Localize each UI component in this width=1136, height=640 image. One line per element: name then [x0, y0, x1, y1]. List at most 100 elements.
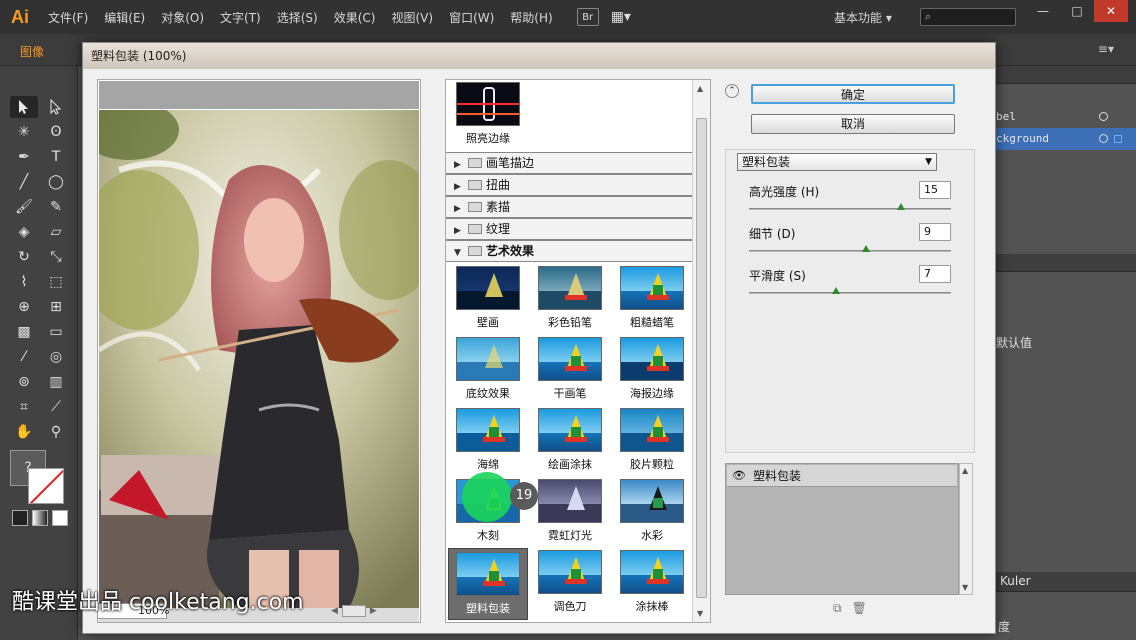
- menu-window[interactable]: 窗口(W): [441, 9, 502, 26]
- none-icon[interactable]: [52, 510, 68, 526]
- scroll-thumb[interactable]: [341, 605, 366, 617]
- bridge-button[interactable]: Br: [576, 8, 599, 26]
- zoom-tool-icon[interactable]: ⚲: [42, 421, 70, 443]
- shape-builder-icon[interactable]: ⊕: [10, 296, 38, 318]
- type-tool-icon[interactable]: T: [42, 146, 70, 168]
- search-input[interactable]: ⌕: [920, 8, 1016, 26]
- filter-thumb-neon-glow[interactable]: 霓虹灯光: [530, 479, 610, 545]
- rotate-tool-icon[interactable]: ↻: [10, 246, 38, 268]
- gradient-icon[interactable]: [32, 510, 48, 526]
- filter-thumb-paint-daubs[interactable]: 绘画涂抹: [530, 408, 610, 474]
- stroke-swatch[interactable]: [28, 468, 64, 504]
- selection-tool-icon[interactable]: [10, 96, 38, 118]
- expand-icon[interactable]: ▶: [454, 199, 464, 219]
- detail-input[interactable]: 9: [919, 223, 951, 241]
- menu-file[interactable]: 文件(F): [40, 9, 96, 26]
- warp-tool-icon[interactable]: ⌇: [10, 271, 38, 293]
- slider-handle-icon[interactable]: [862, 245, 871, 252]
- panel-menu-icon[interactable]: ≡▾: [1098, 42, 1114, 56]
- filter-thumb-rough-pastels[interactable]: 粗糙蜡笔: [612, 266, 692, 332]
- menu-select[interactable]: 选择(S): [269, 9, 326, 26]
- symbol-sprayer-icon[interactable]: ⊚: [10, 371, 38, 393]
- eyedropper-icon[interactable]: ⁄: [10, 346, 38, 368]
- effect-layers-scrollbar[interactable]: ▲ ▼: [959, 463, 973, 595]
- slice-tool-icon[interactable]: ⟋: [42, 396, 70, 418]
- filter-thumb-plastic-wrap[interactable]: 塑料包装: [448, 548, 528, 620]
- filter-thumb-colored-pencil[interactable]: 彩色铅笔: [530, 266, 610, 332]
- pencil-icon[interactable]: ✎: [42, 196, 70, 218]
- selection-square-icon[interactable]: [1114, 135, 1122, 143]
- filter-thumb-watercolor[interactable]: 水彩: [612, 479, 692, 545]
- reset-default-label[interactable]: 默认值: [996, 334, 1032, 351]
- paintbrush-icon[interactable]: 🖌: [10, 196, 38, 218]
- preview-scrollbar[interactable]: ◀ ▶: [331, 603, 421, 619]
- menu-view[interactable]: 视图(V): [383, 9, 441, 26]
- effect-layer-row[interactable]: 👁 塑料包装: [727, 465, 957, 487]
- scroll-up-icon[interactable]: ▲: [962, 466, 968, 475]
- highlight-strength-input[interactable]: 15: [919, 181, 951, 199]
- collapse-icon[interactable]: ▼: [454, 243, 464, 263]
- trash-icon[interactable]: 🗑: [852, 601, 867, 616]
- slider-handle-icon[interactable]: [831, 287, 840, 294]
- target-icon[interactable]: [1099, 112, 1108, 121]
- smoothness-slider[interactable]: [749, 292, 951, 294]
- filter-thumb-dry-brush[interactable]: 干画笔: [530, 337, 610, 403]
- filter-thumb-film-grain[interactable]: 胶片颗粒: [612, 408, 692, 474]
- blend-tool-icon[interactable]: ◎: [42, 346, 70, 368]
- scroll-down-icon[interactable]: ▼: [697, 609, 703, 618]
- menu-object[interactable]: 对象(O): [153, 9, 212, 26]
- preview-image[interactable]: [99, 110, 419, 608]
- filter-thumb-smudge-stick[interactable]: 涂抹棒: [612, 550, 692, 616]
- new-effect-layer-icon[interactable]: ⧉: [833, 601, 842, 616]
- preview-pane[interactable]: [97, 79, 421, 623]
- perspective-grid-icon[interactable]: ⊞: [42, 296, 70, 318]
- workspace-switcher[interactable]: 基本功能 ▾: [834, 9, 892, 26]
- scale-tool-icon[interactable]: ⤡: [42, 246, 70, 268]
- expand-icon[interactable]: ▶: [454, 177, 464, 197]
- folder-texture[interactable]: ▶ 纹理: [446, 218, 692, 240]
- ellipse-tool-icon[interactable]: ◯: [42, 171, 70, 193]
- magic-wand-icon[interactable]: ✳: [10, 121, 38, 143]
- arrange-documents-icon[interactable]: ▦▾: [611, 9, 631, 25]
- menu-effect[interactable]: 效果(C): [326, 9, 384, 26]
- scroll-right-icon[interactable]: ▶: [370, 606, 377, 616]
- maximize-button[interactable]: □: [1060, 0, 1094, 22]
- eraser-icon[interactable]: ▱: [42, 221, 70, 243]
- column-graph-icon[interactable]: ▥: [42, 371, 70, 393]
- detail-slider[interactable]: [749, 250, 951, 252]
- ok-button[interactable]: 确定: [751, 84, 955, 104]
- filter-thumb-glowing-edges[interactable]: 照亮边缘: [448, 82, 528, 148]
- lasso-icon[interactable]: ʘ: [42, 121, 70, 143]
- eye-icon[interactable]: 👁: [731, 469, 747, 483]
- folder-artistic[interactable]: ▼ 艺术效果: [446, 240, 692, 262]
- artboard-tool-icon[interactable]: ⌗: [10, 396, 38, 418]
- kuler-tab[interactable]: Kuler: [1000, 574, 1031, 588]
- filter-thumb-palette-knife[interactable]: 调色刀: [530, 550, 610, 616]
- collapse-gallery-icon[interactable]: ⌃: [725, 84, 739, 98]
- blob-brush-icon[interactable]: ◈: [10, 221, 38, 243]
- menu-type[interactable]: 文字(T): [212, 9, 269, 26]
- layer-row[interactable]: ckground: [994, 128, 1136, 150]
- target-icon[interactable]: [1099, 134, 1108, 143]
- filter-thumb-sponge[interactable]: 海绵: [448, 408, 528, 474]
- direct-selection-tool-icon[interactable]: [42, 96, 70, 118]
- scroll-left-icon[interactable]: ◀: [331, 606, 338, 616]
- scroll-thumb[interactable]: [696, 118, 707, 598]
- filter-select[interactable]: 塑料包装 ▼: [737, 153, 937, 171]
- line-tool-icon[interactable]: ╱: [10, 171, 38, 193]
- expand-icon[interactable]: ▶: [454, 221, 464, 241]
- gallery-scrollbar[interactable]: ▲ ▼: [692, 80, 710, 622]
- menu-edit[interactable]: 编辑(E): [96, 9, 153, 26]
- folder-sketch[interactable]: ▶ 素描: [446, 196, 692, 218]
- filter-thumb-fresco[interactable]: 壁画: [448, 266, 528, 332]
- hand-tool-icon[interactable]: ✋: [10, 421, 38, 443]
- close-button[interactable]: ✕: [1094, 0, 1128, 22]
- scroll-down-icon[interactable]: ▼: [962, 583, 968, 592]
- pen-tool-icon[interactable]: ✒: [10, 146, 38, 168]
- gradient-tool-icon[interactable]: ▭: [42, 321, 70, 343]
- layer-row[interactable]: bel: [994, 106, 1136, 128]
- selection-type-label[interactable]: 图像: [20, 43, 44, 60]
- cancel-button[interactable]: 取消: [751, 114, 955, 134]
- highlight-strength-slider[interactable]: [749, 208, 951, 210]
- filter-thumb-poster-edges[interactable]: 海报边缘: [612, 337, 692, 403]
